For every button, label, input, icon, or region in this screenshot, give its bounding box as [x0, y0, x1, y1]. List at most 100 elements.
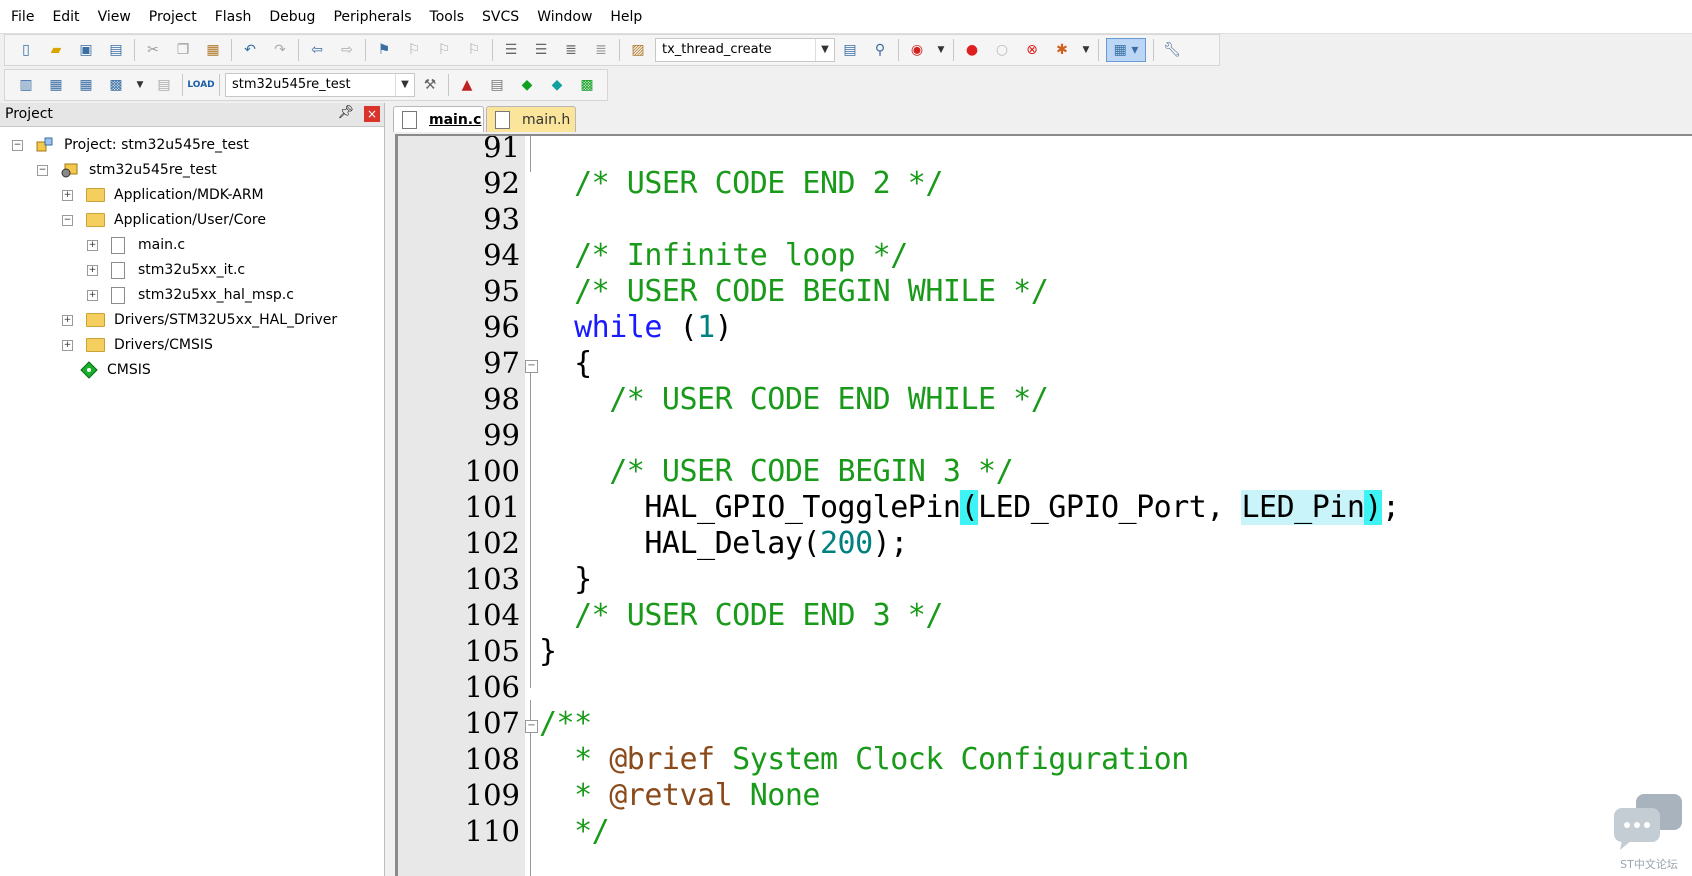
tree-item-project[interactable]: − Project: stm32u545re_test	[12, 134, 249, 156]
expand-icon[interactable]: +	[62, 339, 73, 351]
pack-installer-icon[interactable]: ◆	[546, 74, 568, 96]
menu-window[interactable]: Window	[526, 9, 599, 25]
tree-item-group[interactable]: − Application/User/Core	[62, 209, 266, 231]
tree-item-component[interactable]: CMSIS	[80, 359, 151, 381]
download-icon[interactable]: LOAD	[187, 74, 214, 96]
stop-build-icon[interactable]: ▤	[153, 74, 175, 96]
window-layout-icon[interactable]: ▦ ▾	[1106, 38, 1146, 62]
expand-icon[interactable]: +	[62, 314, 73, 326]
tree-item-file[interactable]: + main.c	[87, 234, 185, 256]
toolbar-separator	[953, 39, 954, 61]
disable-breakpoint-icon[interactable]: ○	[991, 39, 1013, 61]
prev-bookmark-icon[interactable]: ⚐	[403, 39, 425, 61]
next-bookmark-icon[interactable]: ⚐	[433, 39, 455, 61]
menu-project[interactable]: Project	[138, 9, 204, 25]
close-icon[interactable]: ×	[364, 106, 380, 122]
pin-icon[interactable]: 📌︎	[337, 105, 354, 120]
find-in-files-icon[interactable]: ▨	[627, 39, 649, 61]
build-icon[interactable]: ▦	[45, 74, 67, 96]
manage-project-items-icon[interactable]: ▲	[456, 74, 478, 96]
expand-icon[interactable]: +	[87, 239, 98, 251]
menu-help[interactable]: Help	[599, 9, 649, 25]
expand-icon[interactable]: +	[62, 189, 73, 201]
line-number: 101	[464, 490, 520, 524]
debug-session-icon[interactable]: ◉	[906, 39, 928, 61]
batch-build-icon[interactable]: ▩	[105, 74, 127, 96]
code-text: /* USER CODE BEGIN WHILE */	[539, 274, 1049, 309]
chevron-down-icon[interactable]: ▼	[135, 74, 145, 96]
chevron-down-icon[interactable]: ▼	[1081, 39, 1091, 61]
menu-svcs[interactable]: SVCS	[471, 9, 526, 25]
tree-item-group[interactable]: + Drivers/STM32U5xx_HAL_Driver	[62, 309, 337, 331]
line-number: 107	[464, 706, 520, 740]
collapse-icon[interactable]: −	[37, 164, 48, 176]
save-all-icon[interactable]: ▤	[105, 39, 127, 61]
configure-icon[interactable]: ✱	[1051, 39, 1073, 61]
redo-icon[interactable]: ↷	[269, 39, 291, 61]
menu-view[interactable]: View	[87, 9, 138, 25]
target-combo[interactable]: stm32u545re_test ▼	[225, 73, 415, 97]
select-software-packs-icon[interactable]: ▩	[576, 74, 598, 96]
tree-item-file[interactable]: + stm32u5xx_hal_msp.c	[87, 284, 294, 306]
function-combo[interactable]: tx_thread_create ▼	[655, 38, 835, 62]
kill-breakpoints-icon[interactable]: ⊗	[1021, 39, 1043, 61]
uncomment-icon[interactable]: ≣	[590, 39, 612, 61]
project-panel-title: Project	[5, 106, 53, 122]
paste-icon[interactable]: ▦	[202, 39, 224, 61]
breakpoint-icon[interactable]: ●	[961, 39, 983, 61]
collapse-icon[interactable]: −	[525, 360, 538, 373]
navigate-forward-icon[interactable]: ⇨	[336, 39, 358, 61]
wrench-icon[interactable]: 🔧︎	[1161, 39, 1183, 61]
menu-flash[interactable]: Flash	[204, 9, 259, 25]
code-text: }	[539, 634, 557, 669]
menu-peripherals[interactable]: Peripherals	[322, 9, 418, 25]
indent-icon[interactable]: ☰	[500, 39, 522, 61]
rebuild-icon[interactable]: ▦	[75, 74, 97, 96]
menu-tools[interactable]: Tools	[419, 9, 472, 25]
multi-project-icon[interactable]: ▤	[486, 74, 508, 96]
unindent-icon[interactable]: ☰	[530, 39, 552, 61]
tab-main-h[interactable]: main.h	[486, 106, 576, 132]
translate-icon[interactable]: ▥	[15, 74, 37, 96]
chevron-down-icon[interactable]: ▼	[395, 74, 414, 96]
tree-item-target[interactable]: − stm32u545re_test	[37, 159, 217, 181]
code-editor[interactable]: 91 92 /* USER CODE END 2 */ 93 94 /* Inf…	[395, 134, 1692, 876]
expand-icon[interactable]: +	[87, 289, 98, 301]
tree-item-label: stm32u545re_test	[89, 162, 217, 178]
open-file-icon[interactable]: ▰	[45, 39, 67, 61]
cut-icon[interactable]: ✂	[142, 39, 164, 61]
tree-item-group[interactable]: + Application/MDK-ARM	[62, 184, 264, 206]
expand-icon[interactable]: +	[87, 264, 98, 276]
bookmark-icon[interactable]: ⚑	[373, 39, 395, 61]
save-icon[interactable]: ▣	[75, 39, 97, 61]
collapse-icon[interactable]: −	[12, 139, 23, 151]
target-combo-value: stm32u545re_test	[232, 77, 351, 92]
copy-icon[interactable]: ❐	[172, 39, 194, 61]
target-options-icon[interactable]: ⚒	[419, 74, 441, 96]
collapse-icon[interactable]: −	[62, 214, 73, 226]
find-icon[interactable]: ▤	[839, 39, 861, 61]
tree-item-group[interactable]: + Drivers/CMSIS	[62, 334, 213, 356]
menu-file[interactable]: File	[0, 9, 41, 25]
folder-icon	[86, 338, 105, 352]
code-text: HAL_GPIO_TogglePin(LED_GPIO_Port, LED_Pi…	[539, 490, 1400, 525]
new-file-icon[interactable]: ▯	[15, 39, 37, 61]
chevron-down-icon[interactable]: ▼	[936, 39, 946, 61]
comment-icon[interactable]: ≣	[560, 39, 582, 61]
code-line: 96 while (1)	[398, 310, 1692, 346]
clear-bookmarks-icon[interactable]: ⚐	[463, 39, 485, 61]
collapse-icon[interactable]: −	[525, 720, 538, 733]
menu-debug[interactable]: Debug	[258, 9, 322, 25]
incremental-find-icon[interactable]: ⚲	[869, 39, 891, 61]
run-time-environment-icon[interactable]: ◆	[516, 74, 538, 96]
navigate-back-icon[interactable]: ⇦	[306, 39, 328, 61]
menu-edit[interactable]: Edit	[41, 9, 86, 25]
folder-icon	[86, 313, 105, 327]
code-line: 92 /* USER CODE END 2 */	[398, 166, 1692, 202]
tree-item-file[interactable]: + stm32u5xx_it.c	[87, 259, 245, 281]
undo-icon[interactable]: ↶	[239, 39, 261, 61]
tab-label: main.h	[522, 111, 571, 128]
chevron-down-icon[interactable]: ▼	[815, 39, 834, 61]
code-line: 105}	[398, 634, 1692, 670]
tab-main-c[interactable]: main.c	[393, 106, 484, 132]
